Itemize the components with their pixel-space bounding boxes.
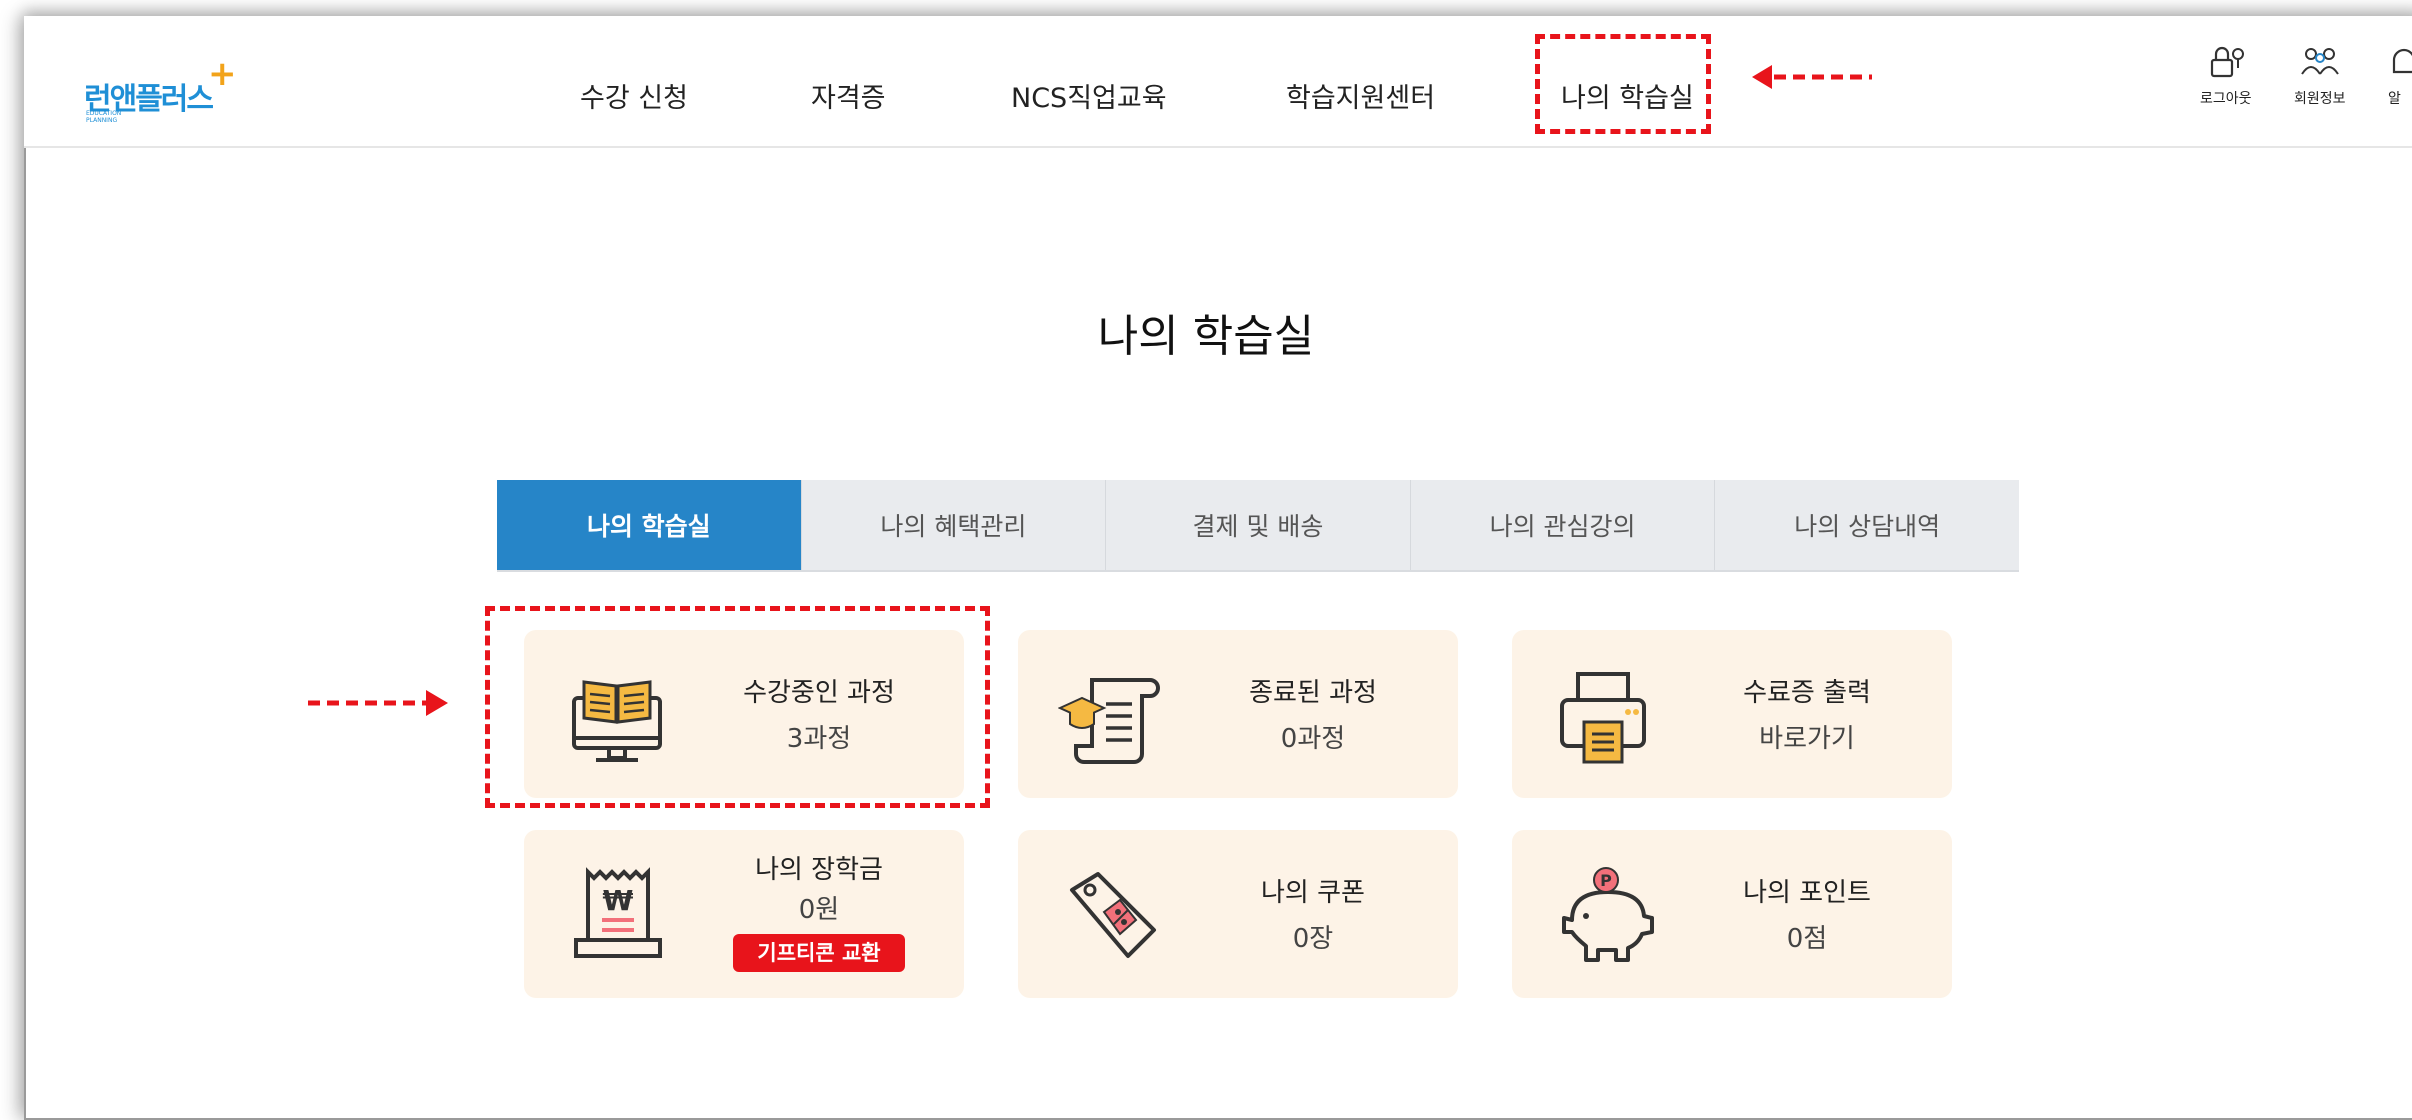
bell-icon [2392, 48, 2412, 74]
card-title: 수료증 출력 [1743, 678, 1871, 708]
nav-item-learning-support[interactable]: 학습지원센터 [1286, 76, 1435, 115]
people-icon [2300, 48, 2339, 75]
arrow-right-icon [308, 690, 448, 716]
highlight-box-card [485, 606, 990, 808]
card-scholarship[interactable]: ₩ 나의 장학금 0원 기프티콘 교환 [524, 830, 964, 998]
svg-text:₩: ₩ [603, 884, 634, 917]
card-coupons[interactable]: 나의 쿠폰 0장 [1018, 830, 1458, 998]
card-title: 나의 쿠폰 [1261, 878, 1365, 908]
card-value: 바로가기 [1759, 724, 1855, 754]
card-value: 0원 [798, 895, 840, 925]
notification-label: 알 [2388, 91, 2401, 107]
logout-button[interactable]: 로그아웃 [2200, 44, 2252, 108]
logout-label: 로그아웃 [2200, 91, 2252, 107]
tab-interest-courses[interactable]: 나의 관심강의 [1411, 480, 1716, 570]
tab-benefits[interactable]: 나의 혜택관리 [802, 480, 1107, 570]
page-title-text: 나의 학습실 [1097, 311, 1315, 362]
card-text: 종료된 과정 0과정 [1188, 670, 1438, 762]
card-text: 나의 쿠폰 0장 [1188, 870, 1438, 962]
card-text: 나의 장학금 0원 기프티콘 교환 [694, 850, 944, 972]
card-completed-courses[interactable]: 종료된 과정 0과정 [1018, 630, 1458, 798]
coupon-tag-icon [1070, 872, 1156, 958]
card-value: 0장 [1292, 924, 1334, 954]
arrow-left-icon [1752, 65, 1872, 89]
card-certificate-print[interactable]: 수료증 출력 바로가기 [1512, 630, 1952, 798]
card-title: 나의 장학금 [755, 855, 883, 885]
highlight-box-nav [1535, 34, 1711, 134]
nav-item-certificate[interactable]: 자격증 [811, 76, 886, 115]
card-text: 나의 포인트 0점 [1682, 870, 1932, 962]
gifticon-exchange-button[interactable]: 기프티콘 교환 [733, 934, 905, 972]
card-value: 0점 [1786, 924, 1828, 954]
lock-icon [2210, 46, 2244, 78]
card-text: 수료증 출력 바로가기 [1682, 670, 1932, 762]
printer-icon [1560, 672, 1646, 764]
tab-payment-delivery[interactable]: 결제 및 배송 [1106, 480, 1411, 570]
card-points[interactable]: P 나의 포인트 0점 [1512, 830, 1952, 998]
card-value: 0과정 [1280, 724, 1346, 754]
tab-consultation-history[interactable]: 나의 상담내역 [1715, 480, 2019, 570]
tab-my-classroom[interactable]: 나의 학습실 [497, 480, 802, 570]
svg-text:P: P [1600, 871, 1612, 890]
page-title: 나의 학습실 [0, 300, 2412, 663]
logo-subtext: EDUCATION PLANNING [86, 110, 122, 124]
graduation-scroll-icon [1058, 678, 1160, 764]
receipt-won-icon: ₩ [574, 867, 662, 958]
card-title: 나의 포인트 [1743, 878, 1871, 908]
classroom-tabs: 나의 학습실 나의 혜택관리 결제 및 배송 나의 관심강의 나의 상담내역 [497, 480, 2019, 572]
logo-plus-icon: + [208, 54, 237, 94]
card-title: 종료된 과정 [1249, 678, 1377, 708]
nav-item-ncs-education[interactable]: NCS직업교육 [1011, 76, 1167, 115]
top-header: 런앤플러스 + EDUCATION PLANNING 수강 신청 자격증 NCS… [24, 16, 2412, 148]
notification-button[interactable]: 알 [2388, 44, 2412, 108]
nav-item-course-registration[interactable]: 수강 신청 [580, 76, 688, 115]
member-info-button[interactable]: 회원정보 [2294, 44, 2346, 108]
site-logo[interactable]: 런앤플러스 + EDUCATION PLANNING [84, 54, 237, 124]
piggy-bank-icon: P [1562, 867, 1654, 962]
member-info-label: 회원정보 [2294, 91, 2346, 107]
